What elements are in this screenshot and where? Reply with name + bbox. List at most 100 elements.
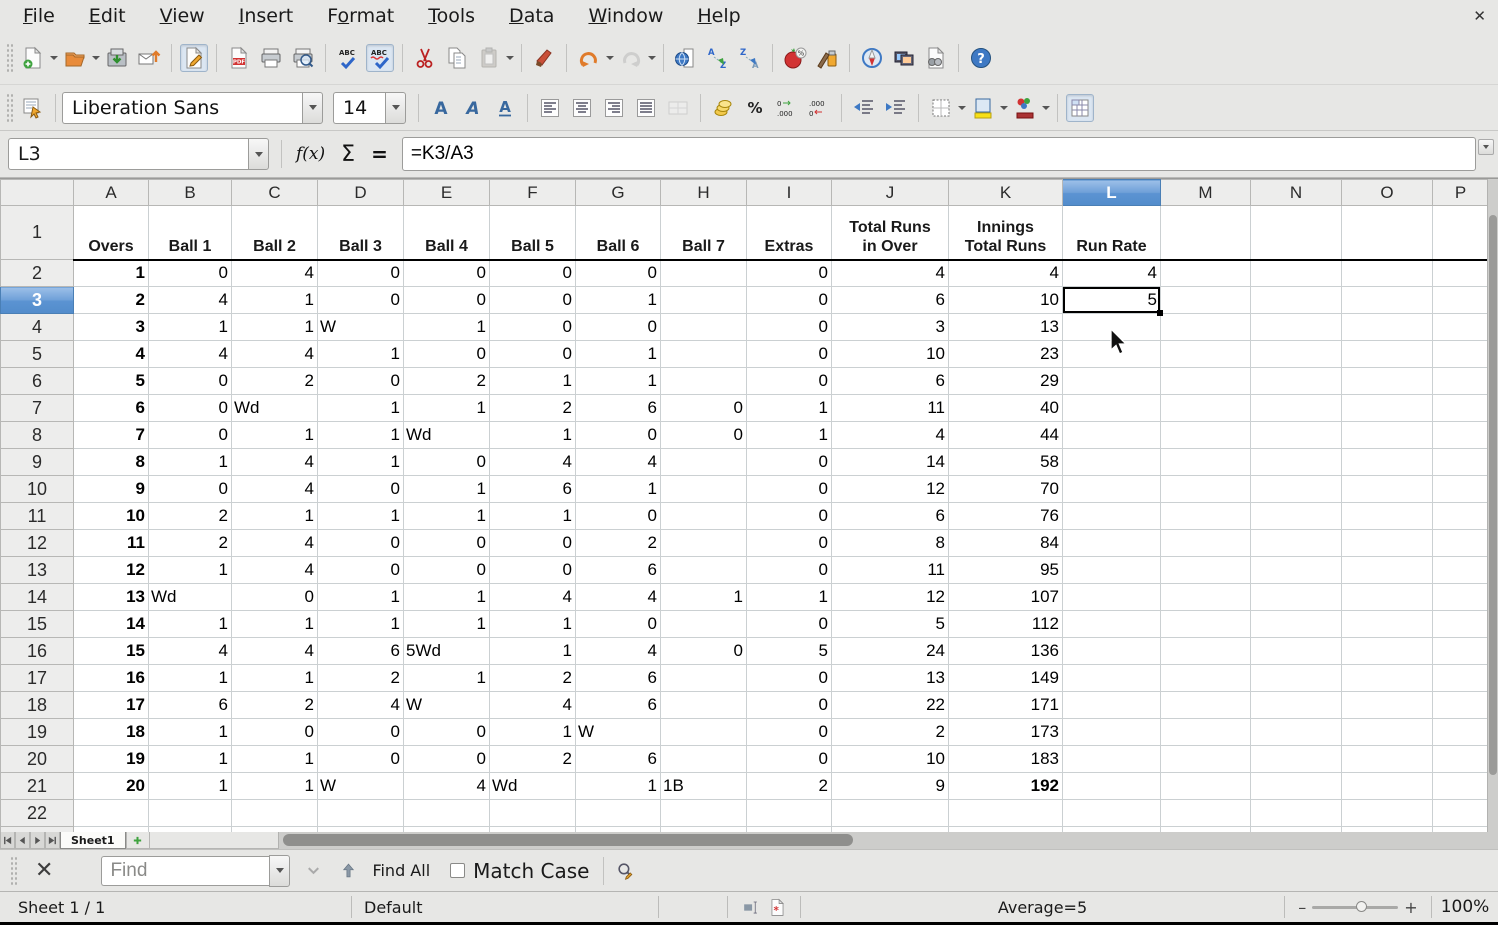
cell-G7[interactable]: 6 bbox=[576, 395, 661, 422]
cell-M21[interactable] bbox=[1161, 773, 1251, 800]
column-header-G[interactable]: G bbox=[576, 180, 661, 206]
cell-B19[interactable]: 1 bbox=[149, 719, 232, 746]
cell-P11[interactable] bbox=[1433, 503, 1489, 530]
cell-I7[interactable]: 1 bbox=[747, 395, 832, 422]
font-size-combobox[interactable]: 14 bbox=[333, 92, 385, 124]
cell-L17[interactable] bbox=[1063, 665, 1161, 692]
font-name-dropdown[interactable] bbox=[302, 92, 323, 124]
column-header-D[interactable]: D bbox=[318, 180, 404, 206]
cell-B9[interactable]: 1 bbox=[149, 449, 232, 476]
cell-K5[interactable]: 23 bbox=[949, 341, 1063, 368]
cell-E13[interactable]: 0 bbox=[404, 557, 490, 584]
row-header-4[interactable]: 4 bbox=[1, 314, 74, 341]
find-all-button[interactable]: Find All bbox=[372, 861, 430, 880]
cell-O16[interactable] bbox=[1342, 638, 1433, 665]
cell-L13[interactable] bbox=[1063, 557, 1161, 584]
last-sheet-icon[interactable] bbox=[45, 832, 60, 849]
cell-M7[interactable] bbox=[1161, 395, 1251, 422]
help-button[interactable]: ? bbox=[967, 44, 995, 72]
cell-G16[interactable]: 4 bbox=[576, 638, 661, 665]
cell-C14[interactable]: 0 bbox=[232, 584, 318, 611]
cell-O10[interactable] bbox=[1342, 476, 1433, 503]
cell-M18[interactable] bbox=[1161, 692, 1251, 719]
cell-E3[interactable]: 0 bbox=[404, 287, 490, 314]
cell-O9[interactable] bbox=[1342, 449, 1433, 476]
cell-D9[interactable]: 1 bbox=[318, 449, 404, 476]
close-find-bar-icon[interactable]: ✕ bbox=[35, 858, 53, 883]
toolbar-grip[interactable] bbox=[10, 856, 17, 886]
row-header-5[interactable]: 5 bbox=[1, 341, 74, 368]
cell-J14[interactable]: 12 bbox=[832, 584, 949, 611]
cell-G2[interactable]: 0 bbox=[576, 260, 661, 287]
undo-button[interactable] bbox=[575, 44, 603, 72]
cell-O14[interactable] bbox=[1342, 584, 1433, 611]
cell-F7[interactable]: 2 bbox=[490, 395, 576, 422]
cell-K11[interactable]: 76 bbox=[949, 503, 1063, 530]
cell-N12[interactable] bbox=[1251, 530, 1342, 557]
cell-N11[interactable] bbox=[1251, 503, 1342, 530]
cell-L18[interactable] bbox=[1063, 692, 1161, 719]
zoom-level[interactable]: 100% bbox=[1432, 892, 1498, 922]
cell-D12[interactable]: 0 bbox=[318, 530, 404, 557]
cell-F15[interactable]: 1 bbox=[490, 611, 576, 638]
cell-J6[interactable]: 6 bbox=[832, 368, 949, 395]
cell-I18[interactable]: 0 bbox=[747, 692, 832, 719]
cell-E12[interactable]: 0 bbox=[404, 530, 490, 557]
cell-O4[interactable] bbox=[1342, 314, 1433, 341]
cell-O12[interactable] bbox=[1342, 530, 1433, 557]
previous-sheet-icon[interactable] bbox=[15, 832, 30, 849]
column-header-H[interactable]: H bbox=[661, 180, 747, 206]
cell-D3[interactable]: 0 bbox=[318, 287, 404, 314]
cell-B21[interactable]: 1 bbox=[149, 773, 232, 800]
cell-E20[interactable]: 0 bbox=[404, 746, 490, 773]
add-sheet-icon[interactable] bbox=[126, 832, 150, 849]
cell-E19[interactable]: 0 bbox=[404, 719, 490, 746]
menu-item-window[interactable]: Window bbox=[571, 3, 680, 29]
cell-F12[interactable]: 0 bbox=[490, 530, 576, 557]
cell-I19[interactable]: 0 bbox=[747, 719, 832, 746]
sort-ascending-button[interactable]: AZ bbox=[704, 44, 732, 72]
cell-J10[interactable]: 12 bbox=[832, 476, 949, 503]
dropdown-caret-icon[interactable] bbox=[49, 56, 59, 60]
cell-J3[interactable]: 6 bbox=[832, 287, 949, 314]
background-color-button[interactable] bbox=[969, 94, 997, 122]
cell-D21[interactable]: W bbox=[318, 773, 404, 800]
cell-M10[interactable] bbox=[1161, 476, 1251, 503]
cell-L8[interactable] bbox=[1063, 422, 1161, 449]
cell-A7[interactable]: 6 bbox=[74, 395, 149, 422]
cell-L21[interactable] bbox=[1063, 773, 1161, 800]
cell-J13[interactable]: 11 bbox=[832, 557, 949, 584]
cell-A22[interactable] bbox=[74, 800, 149, 827]
grid-lines-button[interactable] bbox=[1066, 94, 1094, 122]
hyperlink-button[interactable] bbox=[672, 44, 700, 72]
cell-K17[interactable]: 149 bbox=[949, 665, 1063, 692]
cell-P14[interactable] bbox=[1433, 584, 1489, 611]
cell-C22[interactable] bbox=[232, 800, 318, 827]
cell-N8[interactable] bbox=[1251, 422, 1342, 449]
cell-P17[interactable] bbox=[1433, 665, 1489, 692]
print-preview-button[interactable] bbox=[289, 44, 317, 72]
new-document-button[interactable] bbox=[19, 44, 47, 72]
cell-D10[interactable]: 0 bbox=[318, 476, 404, 503]
cell-C2[interactable]: 4 bbox=[232, 260, 318, 287]
cell-N17[interactable] bbox=[1251, 665, 1342, 692]
cell-G15[interactable]: 0 bbox=[576, 611, 661, 638]
cell-I12[interactable]: 0 bbox=[747, 530, 832, 557]
cell-J22[interactable] bbox=[832, 800, 949, 827]
percent-button[interactable]: % bbox=[741, 94, 769, 122]
row-header-[interactable] bbox=[1, 827, 74, 833]
sort-descending-button[interactable]: ZA bbox=[736, 44, 764, 72]
cell-P12[interactable] bbox=[1433, 530, 1489, 557]
cell-E11[interactable]: 1 bbox=[404, 503, 490, 530]
cell-G14[interactable]: 4 bbox=[576, 584, 661, 611]
cell-F8[interactable]: 1 bbox=[490, 422, 576, 449]
cell-K21[interactable]: 192 bbox=[949, 773, 1063, 800]
cell-O1[interactable] bbox=[1342, 206, 1433, 260]
merge-cells-button[interactable] bbox=[664, 94, 692, 122]
cell-G5[interactable]: 1 bbox=[576, 341, 661, 368]
cell-F11[interactable]: 1 bbox=[490, 503, 576, 530]
cell-M15[interactable] bbox=[1161, 611, 1251, 638]
delete-decimal-button[interactable]: .0000 bbox=[805, 94, 833, 122]
dropdown-caret-icon[interactable] bbox=[999, 106, 1009, 110]
cell-N3[interactable] bbox=[1251, 287, 1342, 314]
